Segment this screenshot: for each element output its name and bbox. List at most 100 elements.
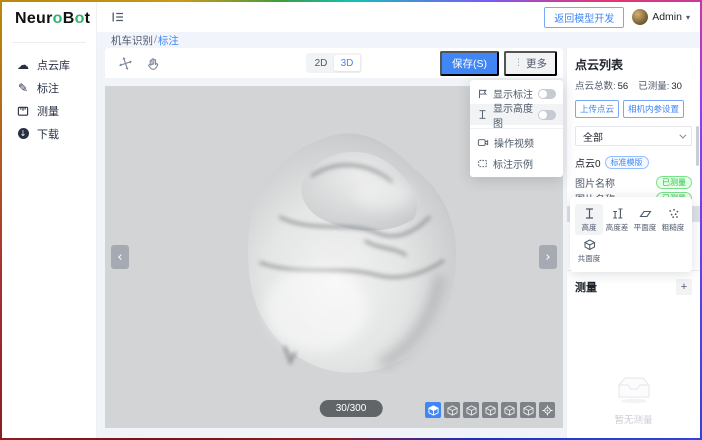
view-cube-buttons <box>425 402 555 418</box>
download-icon: ↓ <box>16 128 30 139</box>
camera-params-button[interactable]: 相机内参设置 <box>623 100 684 118</box>
measured-tag: 已测量 <box>656 176 692 189</box>
move-tool-icon[interactable] <box>118 56 133 71</box>
sidebar-item-measure[interactable]: 测量 <box>2 99 96 122</box>
stat-value: 56 <box>618 81 629 92</box>
pointcloud-panel: 点云列表 点云总数:56 已测量:30 上传点云 相机内参设置 全部 点云0 标… <box>566 48 700 438</box>
work-area: 2D 3D 保存(S) ⋮更多 <box>97 48 700 438</box>
logo-gear-icon: o <box>53 10 63 28</box>
tool-label: 高度 <box>581 222 596 232</box>
stat-value: 30 <box>671 81 682 92</box>
measure-title: 测量 <box>575 279 597 295</box>
menu-item-tutorial-video[interactable]: 操作视频 <box>470 132 563 153</box>
view-3d-button[interactable]: 3D <box>334 55 360 71</box>
video-icon <box>477 137 489 148</box>
view-mode-switch: 2D 3D <box>306 53 362 73</box>
tool-label: 共面度 <box>578 253 601 263</box>
sidebar-item-label: 下载 <box>37 126 59 142</box>
ellipsis-icon: ⋮ <box>514 58 523 68</box>
pagination-indicator: 30/300 <box>320 400 383 417</box>
tool-flatness[interactable]: 平面度 <box>631 204 659 235</box>
panel-stats: 点云总数:56 已测量:30 <box>575 78 692 92</box>
pointcloud-group[interactable]: 点云0 标准模版 <box>575 155 692 170</box>
height-icon <box>583 207 596 220</box>
breadcrumb-parent: 机车识别 <box>111 33 153 48</box>
sidebar-item-label: 测量 <box>37 103 59 119</box>
more-button[interactable]: ⋮更多 <box>504 51 557 76</box>
tool-coplanarity[interactable]: 共面度 <box>575 235 603 266</box>
annotation-toggle[interactable] <box>538 89 556 99</box>
topbar-right: 返回模型开发 Admin ▾ <box>544 7 690 28</box>
breadcrumb-current[interactable]: 标注 <box>158 33 179 48</box>
logo-text: Neur <box>15 10 53 28</box>
panel-buttons: 上传点云 相机内参设置 <box>575 100 692 118</box>
measure-icon <box>16 105 30 117</box>
sidebar-nav: ☁ 点云库 ✎ 标注 测量 ↓ 下载 <box>2 53 96 145</box>
user-menu[interactable]: Admin ▾ <box>632 9 690 25</box>
cloud-icon: ☁ <box>16 58 30 72</box>
stat-measured: 已测量:30 <box>638 78 682 92</box>
more-label: 更多 <box>526 56 547 71</box>
tool-grid: 高度 高度差 平面度 粗糙度 <box>575 204 687 266</box>
empty-text: 暂无测量 <box>567 412 700 426</box>
menu-item-annotation-example[interactable]: 标注示例 <box>470 153 563 174</box>
logo-text: t <box>85 10 91 28</box>
more-dropdown-menu: 显示标注 显示高度图 操作视频 标注示例 <box>470 80 563 177</box>
tool-roughness[interactable]: 粗糙度 <box>659 204 687 235</box>
prev-image-button[interactable]: ‹ <box>111 245 129 269</box>
view-cube-top-button[interactable] <box>444 402 460 418</box>
tool-height-diff[interactable]: 高度差 <box>603 204 631 235</box>
menu-item-label: 显示高度图 <box>493 100 533 130</box>
add-measure-button[interactable]: + <box>676 279 692 295</box>
next-image-button[interactable]: › <box>539 245 557 269</box>
sidebar-item-download[interactable]: ↓ 下载 <box>2 122 96 145</box>
measure-tools-popup: 高度 高度差 平面度 粗糙度 <box>570 197 692 272</box>
empty-box-icon <box>612 372 656 404</box>
menu-fold-icon[interactable] <box>111 10 125 24</box>
sidebar-item-annotate[interactable]: ✎ 标注 <box>2 76 96 99</box>
view-cube-front-button[interactable] <box>463 402 479 418</box>
sidebar-item-pointcloud-library[interactable]: ☁ 点云库 <box>2 53 96 76</box>
filter-select[interactable]: 全部 <box>575 126 692 146</box>
tooth-3d-model <box>217 126 465 374</box>
app-logo: NeuroBot <box>2 2 96 36</box>
view-cube-back-button[interactable] <box>501 402 517 418</box>
canvas-toolbar: 2D 3D 保存(S) ⋮更多 <box>105 48 563 78</box>
back-to-model-dev-button[interactable]: 返回模型开发 <box>544 7 624 28</box>
toolbar-actions: 保存(S) ⋮更多 <box>440 51 557 76</box>
tool-label: 粗糙度 <box>662 222 685 232</box>
example-icon <box>477 158 488 169</box>
view-cube-side-button[interactable] <box>482 402 498 418</box>
roughness-icon <box>667 207 680 220</box>
view-2d-button[interactable]: 2D <box>308 55 334 71</box>
sidebar: NeuroBot ☁ 点云库 ✎ 标注 测量 ↓ 下载 <box>2 2 97 438</box>
chevron-down-icon: ▾ <box>686 13 690 22</box>
panel-title: 点云列表 <box>575 56 692 73</box>
top-bar: 返回模型开发 Admin ▾ <box>97 2 700 32</box>
avatar <box>632 9 648 25</box>
view-cube-bottom-button[interactable] <box>520 402 536 418</box>
tool-height[interactable]: 高度 <box>575 204 603 235</box>
flag-icon <box>477 88 488 99</box>
scrollbar-thumb[interactable] <box>696 126 699 166</box>
menu-item-show-heightmap[interactable]: 显示高度图 <box>470 104 563 125</box>
list-item[interactable]: 图片名称 已测量 <box>567 174 700 190</box>
height-diff-icon <box>611 207 624 220</box>
canvas-column: 2D 3D 保存(S) ⋮更多 <box>97 48 566 438</box>
group-name: 点云0 <box>575 155 601 170</box>
hand-tool-icon[interactable] <box>146 56 160 70</box>
heightmap-toggle[interactable] <box>538 110 556 120</box>
coplanarity-icon <box>583 238 596 251</box>
breadcrumb: 机车识别 / 标注 <box>97 32 700 48</box>
filter-value: 全部 <box>583 129 603 144</box>
upload-pointcloud-button[interactable]: 上传点云 <box>575 100 619 118</box>
sidebar-item-label: 点云库 <box>37 57 70 73</box>
empty-state: 暂无测量 <box>567 372 700 426</box>
height-map-icon <box>477 109 488 120</box>
save-button[interactable]: 保存(S) <box>440 51 499 76</box>
locate-center-button[interactable] <box>539 402 555 418</box>
username: Admin <box>652 11 682 23</box>
tool-label: 平面度 <box>634 222 657 232</box>
stat-total: 点云总数:56 <box>575 78 628 92</box>
view-cube-iso-button[interactable] <box>425 402 441 418</box>
